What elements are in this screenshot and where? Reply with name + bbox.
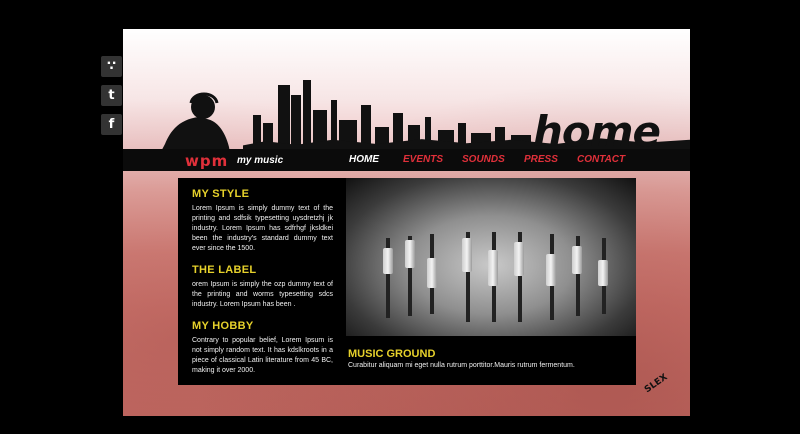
nav-contact[interactable]: CONTACT — [577, 154, 625, 165]
section-heading: THE LABEL — [192, 264, 257, 276]
facebook-icon[interactable]: f — [101, 114, 122, 135]
section-heading: MY STYLE — [192, 188, 250, 200]
nav-home[interactable]: HOME — [349, 154, 379, 165]
section-body: Lorem Ipsum is simply dummy text of the … — [192, 205, 333, 252]
content-panel: MY STYLE Lorem Ipsum is simply dummy tex… — [178, 178, 636, 385]
nav-events[interactable]: EVENTS — [403, 154, 443, 165]
section-my-hobby: MY HOBBY Contrary to popular belief, Lor… — [192, 320, 333, 376]
section-body: orem Ipsum is simply the ozp dummy text … — [192, 281, 333, 308]
nav-sounds[interactable]: SOUNDS — [462, 154, 505, 165]
section-the-label: THE LABEL orem Ipsum is simply the ozp d… — [192, 264, 333, 310]
mixing-console-photo — [346, 178, 636, 336]
site-tagline: my music — [237, 155, 284, 166]
feature-body: Curabitur aliquam mi eget nulla rutrum p… — [348, 362, 575, 369]
section-my-style: MY STYLE Lorem Ipsum is simply dummy tex… — [192, 188, 333, 254]
rss-icon[interactable]: ∵ — [101, 56, 122, 77]
twitter-icon[interactable]: t — [101, 85, 122, 106]
city-skyline-graphic — [253, 80, 531, 145]
feature-heading: MUSIC GROUND — [348, 348, 436, 360]
section-body: Contrary to popular belief, Lorem Ipsum … — [192, 337, 333, 374]
section-heading: MY HOBBY — [192, 320, 254, 332]
site-logo[interactable]: wpm — [185, 152, 228, 170]
nav-press[interactable]: PRESS — [524, 154, 558, 165]
